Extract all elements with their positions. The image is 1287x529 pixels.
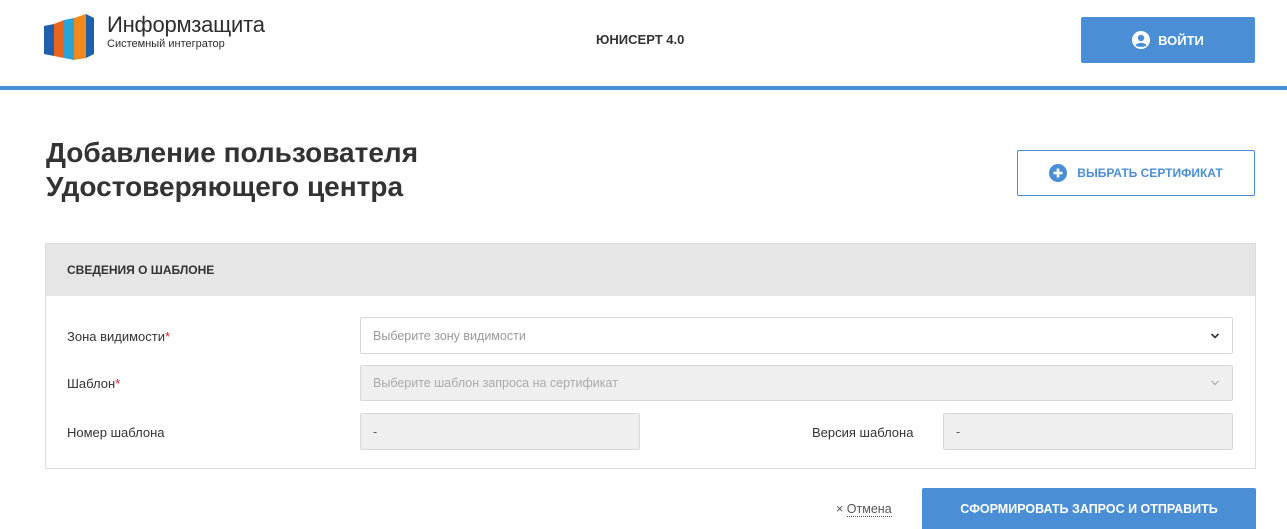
page-title-line2: Удостоверяющего центра [46,171,404,202]
template-number-value: - [373,424,378,439]
page-title: Добавление пользователя Удостоверяющего … [46,136,418,204]
zone-select[interactable]: Выберите зону видимости [360,317,1233,354]
required-mark: * [115,376,121,391]
login-label: ВОЙТИ [1158,32,1204,48]
close-icon: × [836,502,844,516]
header-divider [0,86,1287,90]
panel-heading: СВЕДЕНИЯ О ШАБЛОНЕ [46,244,1255,296]
zone-label-text: Зона видимости [67,329,166,344]
template-info-panel: СВЕДЕНИЯ О ШАБЛОНЕ Зона видимости* Выбер… [45,243,1256,469]
template-select-placeholder: Выберите шаблон запроса на сертификат [373,376,618,390]
template-version-field: - [943,413,1233,450]
cancel-label: Отмена [846,502,892,517]
template-label-text: Шаблон [67,376,116,391]
template-version-label: Версия шаблона [812,425,914,440]
brand-text: Информзащита Системный интегратор [107,13,265,51]
login-button[interactable]: ВОЙТИ [1081,17,1255,63]
template-select[interactable]: Выберите шаблон запроса на сертификат [360,365,1233,401]
required-mark: * [165,329,171,344]
submit-request-label: СФОРМИРОВАТЬ ЗАПРОС И ОТПРАВИТЬ [960,501,1218,516]
zone-select-placeholder: Выберите зону видимости [373,328,526,343]
user-circle-icon [1132,31,1151,49]
chevron-down-icon [1211,380,1219,386]
top-header: Информзащита Системный интегратор ЮНИСЕР… [0,0,1287,86]
brand-subtitle: Системный интегратор [107,38,225,50]
brand-logo[interactable] [44,14,100,60]
plus-circle-icon [1049,164,1068,182]
template-version-value: - [956,424,961,439]
template-label: Шаблон* [67,376,120,391]
template-number-label: Номер шаблона [67,425,165,440]
choose-certificate-button[interactable]: ВЫБРАТЬ СЕРТИФИКАТ [1017,150,1255,196]
page-title-line1: Добавление пользователя [46,137,419,168]
chevron-down-icon [1210,332,1220,339]
product-name: ЮНИСЕРТ 4.0 [596,32,685,47]
choose-certificate-label: ВЫБРАТЬ СЕРТИФИКАТ [1077,166,1223,180]
submit-request-button[interactable]: СФОРМИРОВАТЬ ЗАПРОС И ОТПРАВИТЬ [922,488,1256,529]
zone-label: Зона видимости* [67,329,170,344]
template-number-field: - [360,413,640,450]
cancel-link[interactable]: × Отмена [836,502,892,517]
brand-name: Информзащита [107,12,265,37]
